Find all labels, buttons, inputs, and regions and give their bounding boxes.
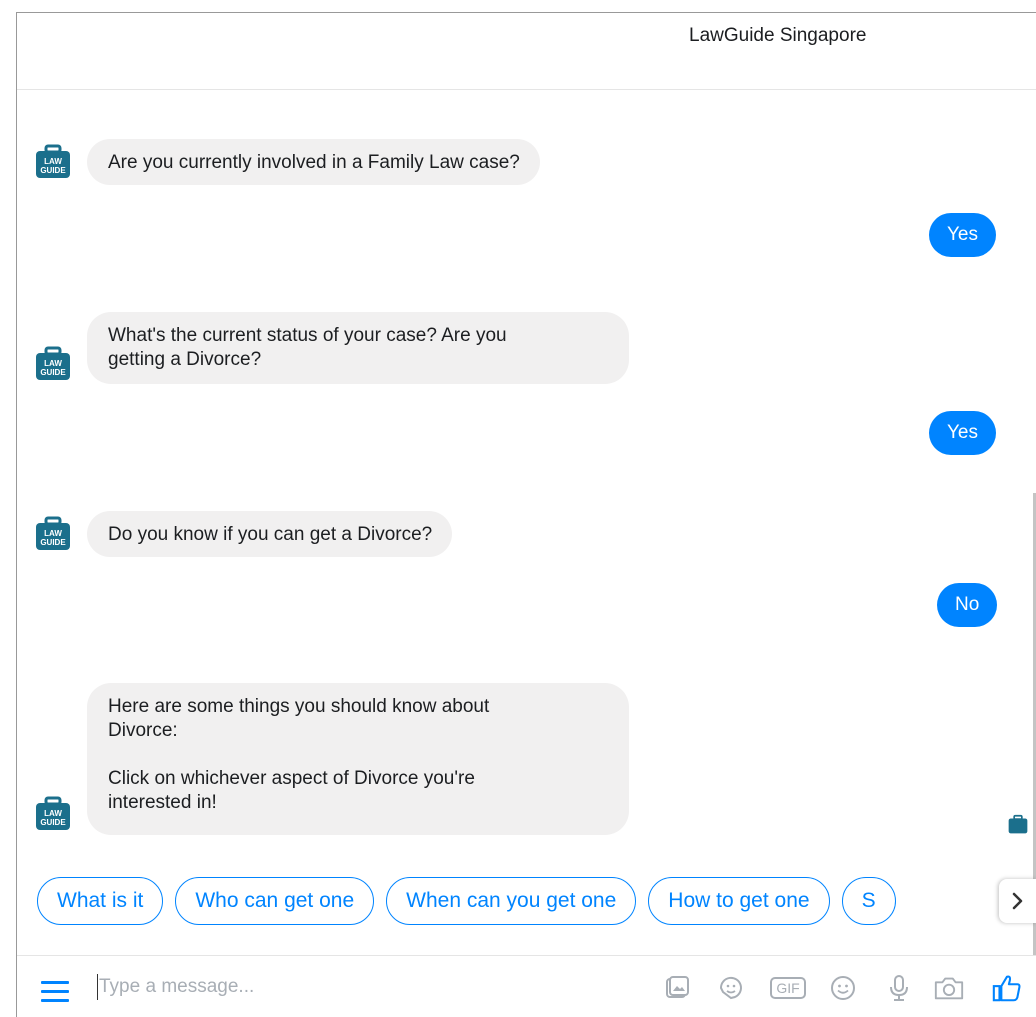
- svg-text:LAW: LAW: [44, 809, 62, 818]
- bot-avatar: LAW GUIDE: [36, 796, 70, 830]
- quick-reply-what-is-it[interactable]: What is it: [37, 877, 164, 925]
- bot-message-bubble: What's the current status of your case? …: [87, 312, 629, 384]
- bot-avatar: LAW GUIDE: [36, 346, 70, 380]
- composer: GIF: [17, 955, 1036, 1017]
- chat-header: LawGuide Singapore: [17, 13, 1036, 90]
- svg-text:LAW: LAW: [44, 529, 62, 538]
- message-input[interactable]: [99, 970, 619, 1004]
- bot-avatar: LAW GUIDE: [36, 144, 70, 178]
- chevron-right-icon: [1012, 892, 1022, 910]
- quick-reply-when-can-you-get-one[interactable]: When can you get one: [386, 877, 637, 925]
- svg-text:GUIDE: GUIDE: [40, 538, 66, 547]
- svg-text:LAW: LAW: [44, 157, 62, 166]
- svg-text:GUIDE: GUIDE: [40, 166, 66, 175]
- quick-replies-next-button[interactable]: [999, 879, 1036, 923]
- quick-replies: What is it Who can get one When can you …: [37, 877, 896, 929]
- bot-message-bubble: Do you know if you can get a Divorce?: [87, 511, 453, 557]
- svg-text:GUIDE: GUIDE: [40, 368, 66, 377]
- page-title: LawGuide Singapore: [689, 25, 867, 46]
- text-caret: [97, 974, 98, 1000]
- bot-message-bubble: Are you currently involved in a Family L…: [87, 139, 540, 185]
- svg-text:GUIDE: GUIDE: [40, 818, 66, 827]
- svg-text:LAW: LAW: [44, 359, 62, 368]
- camera-icon[interactable]: [933, 972, 965, 1004]
- quick-reply-who-can-get-one[interactable]: Who can get one: [175, 877, 375, 925]
- thumbs-up-icon[interactable]: [991, 972, 1023, 1004]
- sticker-icon[interactable]: [715, 972, 747, 1004]
- emoji-icon[interactable]: [827, 972, 859, 1004]
- gif-icon[interactable]: GIF: [769, 972, 807, 1004]
- quick-reply-how-to-get-one[interactable]: How to get one: [648, 877, 830, 925]
- user-message-bubble: No: [937, 583, 998, 627]
- chat-window: LawGuide Singapore LAW GUIDE Are you cur…: [16, 12, 1036, 1017]
- menu-icon[interactable]: [41, 981, 69, 1003]
- user-message-bubble: Yes: [929, 213, 996, 257]
- quick-reply-truncated[interactable]: S: [841, 877, 896, 925]
- user-message-bubble: Yes: [929, 411, 996, 455]
- bot-avatar: LAW GUIDE: [36, 516, 70, 550]
- microphone-icon[interactable]: [883, 972, 915, 1004]
- image-icon[interactable]: [661, 972, 693, 1004]
- bot-message-bubble: Here are some things you should know abo…: [87, 683, 629, 835]
- read-receipt-avatar: [1008, 814, 1028, 834]
